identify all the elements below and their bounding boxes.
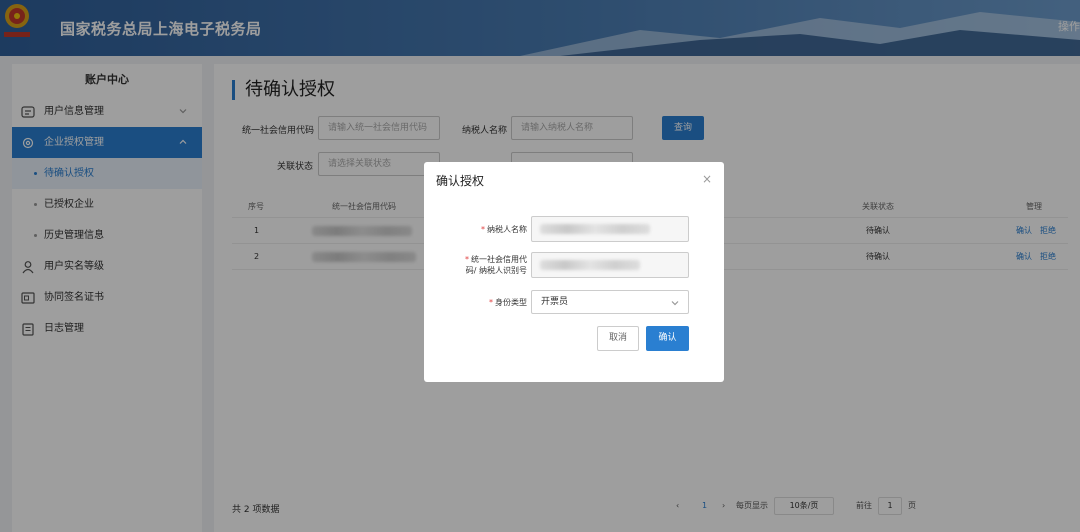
confirm-button[interactable]: 确认 [646, 326, 689, 351]
taxpayer-name-field[interactable] [531, 216, 689, 242]
cancel-button[interactable]: 取消 [597, 326, 639, 351]
taxpayer-name-label: * 纳税人名称 [481, 225, 527, 234]
identity-type-select[interactable]: 开票员 [531, 290, 689, 314]
confirm-auth-dialog: 确认授权 × * 纳税人名称 * 统一社会信用代 码/ 纳税人识别号 * 身份类型 开… [424, 162, 724, 382]
close-icon[interactable]: × [702, 172, 712, 186]
credit-code-field[interactable] [531, 252, 689, 278]
identity-type-label: * 身份类型 [489, 298, 527, 307]
credit-code-label: * 统一社会信用代 码/ 纳税人识别号 [465, 255, 527, 275]
dialog-title: 确认授权 [436, 174, 485, 188]
chevron-down-icon [671, 301, 679, 306]
